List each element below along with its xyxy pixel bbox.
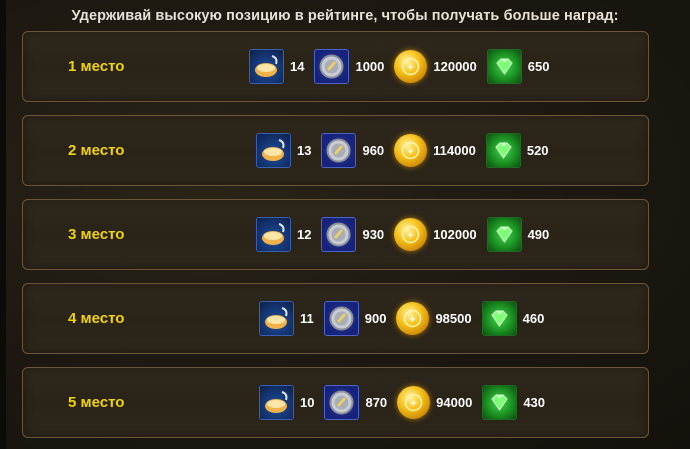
svg-text:✦: ✦ bbox=[406, 61, 415, 74]
emerald-value: 460 bbox=[522, 311, 545, 326]
gold-value: 94000 bbox=[436, 395, 473, 410]
reward-row-3: 3 место 12 930 ✦ 102000 490 bbox=[22, 199, 649, 270]
place-label: 3 место bbox=[68, 226, 125, 243]
gold-reward: ✦ 98500 bbox=[396, 302, 472, 335]
scroll-icon bbox=[249, 49, 284, 84]
arena-coin-value: 930 bbox=[362, 227, 385, 242]
place-label: 5 место bbox=[68, 394, 125, 411]
reward-list: 14 1000 ✦ 120000 650 bbox=[249, 32, 549, 101]
gold-coin-icon: ✦ bbox=[397, 386, 431, 419]
scroll-icon bbox=[256, 217, 291, 252]
scroll-value: 11 bbox=[300, 311, 314, 326]
scroll-value: 14 bbox=[290, 59, 305, 74]
gold-reward: ✦ 114000 bbox=[394, 134, 476, 167]
emerald-value: 520 bbox=[526, 143, 549, 158]
scroll-reward: 11 bbox=[259, 301, 314, 336]
emerald-icon bbox=[482, 385, 518, 420]
emerald-icon bbox=[485, 133, 521, 168]
left-edge-strip bbox=[0, 0, 6, 449]
emerald-value: 490 bbox=[527, 227, 550, 242]
rewards-header: Удерживай высокую позицию в рейтинге, чт… bbox=[71, 8, 619, 24]
gold-coin-icon: ✦ bbox=[394, 218, 428, 251]
reward-row-2: 2 место 13 960 ✦ 114000 520 bbox=[22, 115, 649, 186]
arena-coin-value: 870 bbox=[365, 395, 388, 410]
gold-value: 98500 bbox=[435, 311, 472, 326]
scroll-reward: 10 bbox=[259, 385, 314, 420]
emerald-value: 650 bbox=[527, 59, 550, 74]
gold-reward: ✦ 102000 bbox=[394, 218, 477, 251]
gold-reward: ✦ 120000 bbox=[394, 50, 477, 83]
arena-coin-value: 960 bbox=[362, 143, 385, 158]
arena-coin-reward: 900 bbox=[323, 301, 387, 336]
gold-value: 114000 bbox=[433, 143, 476, 158]
scroll-value: 13 bbox=[297, 143, 312, 158]
emerald-icon bbox=[486, 217, 522, 252]
arena-coin-icon bbox=[321, 133, 357, 168]
arena-coin-icon bbox=[324, 385, 360, 420]
svg-text:✦: ✦ bbox=[406, 145, 415, 158]
scroll-value: 10 bbox=[300, 395, 315, 410]
gold-value: 120000 bbox=[433, 59, 477, 74]
reward-list: 10 870 ✦ 94000 430 bbox=[259, 368, 545, 437]
emerald-reward: 460 bbox=[481, 301, 545, 336]
emerald-value: 430 bbox=[523, 395, 546, 410]
svg-text:✦: ✦ bbox=[408, 313, 417, 326]
gold-coin-icon: ✦ bbox=[396, 302, 430, 335]
reward-row-4: 4 место 11 900 ✦ 98500 460 bbox=[22, 283, 649, 354]
place-label: 1 место bbox=[68, 58, 125, 75]
arena-coin-icon bbox=[321, 217, 357, 252]
scroll-reward: 14 bbox=[249, 49, 304, 84]
arena-coin-reward: 870 bbox=[324, 385, 387, 420]
scroll-reward: 12 bbox=[256, 217, 311, 252]
gold-coin-icon: ✦ bbox=[394, 50, 428, 83]
svg-text:✦: ✦ bbox=[409, 397, 418, 410]
scroll-value: 12 bbox=[297, 227, 312, 242]
arena-coin-icon bbox=[314, 49, 350, 84]
emerald-reward: 490 bbox=[486, 217, 550, 252]
arena-coin-icon bbox=[323, 301, 359, 336]
arena-coin-value: 1000 bbox=[355, 59, 385, 74]
arena-coin-reward: 930 bbox=[321, 217, 384, 252]
scroll-icon bbox=[259, 385, 294, 420]
gold-value: 102000 bbox=[433, 227, 477, 242]
reward-list: 13 960 ✦ 114000 520 bbox=[256, 116, 549, 185]
emerald-icon bbox=[481, 301, 517, 336]
reward-row-5: 5 место 10 870 ✦ 94000 430 bbox=[22, 367, 649, 438]
place-label: 4 место bbox=[68, 310, 125, 327]
arena-coin-reward: 960 bbox=[321, 133, 384, 168]
scroll-reward: 13 bbox=[256, 133, 311, 168]
emerald-reward: 650 bbox=[486, 49, 550, 84]
emerald-reward: 520 bbox=[485, 133, 549, 168]
scroll-icon bbox=[259, 301, 294, 336]
reward-row-1: 1 место 14 1000 ✦ 120000 650 bbox=[22, 31, 649, 102]
arena-coin-value: 900 bbox=[364, 311, 387, 326]
scroll-icon bbox=[256, 133, 291, 168]
reward-list: 12 930 ✦ 102000 490 bbox=[256, 200, 549, 269]
gold-reward: ✦ 94000 bbox=[397, 386, 472, 419]
emerald-icon bbox=[486, 49, 522, 84]
reward-list: 11 900 ✦ 98500 460 bbox=[259, 284, 544, 353]
place-label: 2 место bbox=[68, 142, 125, 159]
arena-coin-reward: 1000 bbox=[314, 49, 384, 84]
gold-coin-icon: ✦ bbox=[394, 134, 428, 167]
emerald-reward: 430 bbox=[482, 385, 545, 420]
svg-text:✦: ✦ bbox=[406, 229, 415, 242]
